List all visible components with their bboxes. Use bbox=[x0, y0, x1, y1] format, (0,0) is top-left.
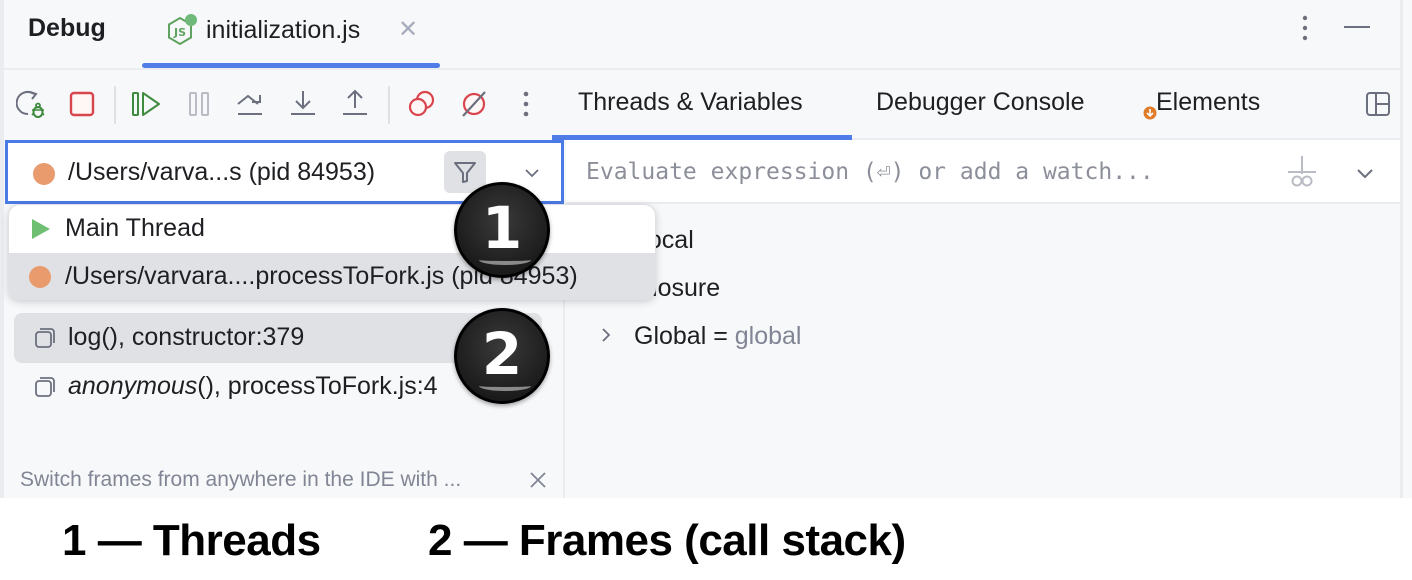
chevron-right-icon[interactable] bbox=[598, 324, 614, 346]
more-vertical-icon[interactable] bbox=[510, 88, 542, 120]
filter-icon bbox=[454, 162, 476, 183]
add-watch-icon[interactable] bbox=[1284, 154, 1320, 190]
thread-popup: Main Thread /Users/varvara....processToF… bbox=[8, 204, 656, 300]
close-icon[interactable]: ✕ bbox=[398, 18, 418, 42]
thread-selector-value: /Users/varva...s (pid 84953) bbox=[68, 158, 376, 186]
session-tab-label: initialization.js bbox=[206, 15, 361, 44]
download-badge-icon bbox=[1143, 106, 1157, 120]
stop-icon[interactable] bbox=[66, 88, 98, 120]
process-dot-icon bbox=[29, 266, 51, 288]
nodejs-icon: JS bbox=[168, 14, 197, 46]
chevron-down-icon[interactable] bbox=[1354, 162, 1376, 184]
layout-icon[interactable] bbox=[1365, 91, 1391, 117]
tab-debugger-console[interactable]: Debugger Console bbox=[876, 88, 1084, 117]
rerun-debug-icon[interactable] bbox=[16, 88, 48, 120]
tab-elements[interactable]: Elements bbox=[1156, 88, 1260, 117]
tool-window-title: Debug bbox=[28, 14, 106, 42]
step-over-icon[interactable] bbox=[234, 88, 266, 120]
frame-label: log(), constructor:379 bbox=[68, 323, 305, 351]
close-icon[interactable] bbox=[528, 470, 548, 490]
session-tab-initialization[interactable]: JS initialization.js ✕ bbox=[166, 8, 418, 52]
evaluate-expression-input[interactable] bbox=[586, 154, 1266, 190]
more-vertical-icon[interactable] bbox=[1295, 14, 1315, 42]
frame-label: anonymous(), processToFork.js:4 bbox=[68, 372, 438, 400]
step-into-icon[interactable] bbox=[287, 88, 319, 120]
tab-threads-variables[interactable]: Threads & Variables bbox=[578, 88, 803, 117]
play-icon bbox=[32, 219, 50, 239]
svg-text:JS: JS bbox=[173, 26, 186, 39]
debug-toolbar bbox=[4, 70, 554, 140]
callout-badge-2: 2 bbox=[454, 308, 550, 404]
caption-threads: 1 — Threads bbox=[62, 516, 321, 565]
evaluate-expression-bar bbox=[566, 140, 1400, 204]
pause-icon[interactable] bbox=[184, 88, 216, 120]
callout-badge-1: 1 bbox=[454, 182, 550, 278]
thread-label: Main Thread bbox=[65, 214, 205, 242]
thread-item-main[interactable]: Main Thread bbox=[9, 205, 655, 253]
process-status-icon bbox=[33, 163, 55, 185]
view-breakpoints-icon[interactable] bbox=[406, 88, 438, 120]
toolbar-separator bbox=[388, 86, 390, 124]
frames-hint-bar: Switch frames from anywhere in the IDE w… bbox=[4, 462, 562, 498]
frame-icon bbox=[35, 377, 55, 397]
hint-text: Switch frames from anywhere in the IDE w… bbox=[20, 468, 462, 491]
chevron-down-icon[interactable] bbox=[522, 163, 542, 183]
resume-icon[interactable] bbox=[130, 88, 162, 120]
mute-breakpoints-icon[interactable] bbox=[458, 88, 490, 120]
minimize-icon[interactable] bbox=[1344, 26, 1370, 28]
thread-item-process[interactable]: /Users/varvara....processToFork.js (pid … bbox=[9, 253, 655, 299]
debug-tool-window: Debug JS initialization.js ✕ Threads & V… bbox=[0, 0, 1412, 498]
step-out-icon[interactable] bbox=[339, 88, 371, 120]
variable-value: global bbox=[734, 322, 802, 350]
frame-icon bbox=[35, 328, 55, 348]
caption-frames: 2 — Frames (call stack) bbox=[428, 516, 906, 565]
toolbar-separator bbox=[114, 86, 116, 124]
